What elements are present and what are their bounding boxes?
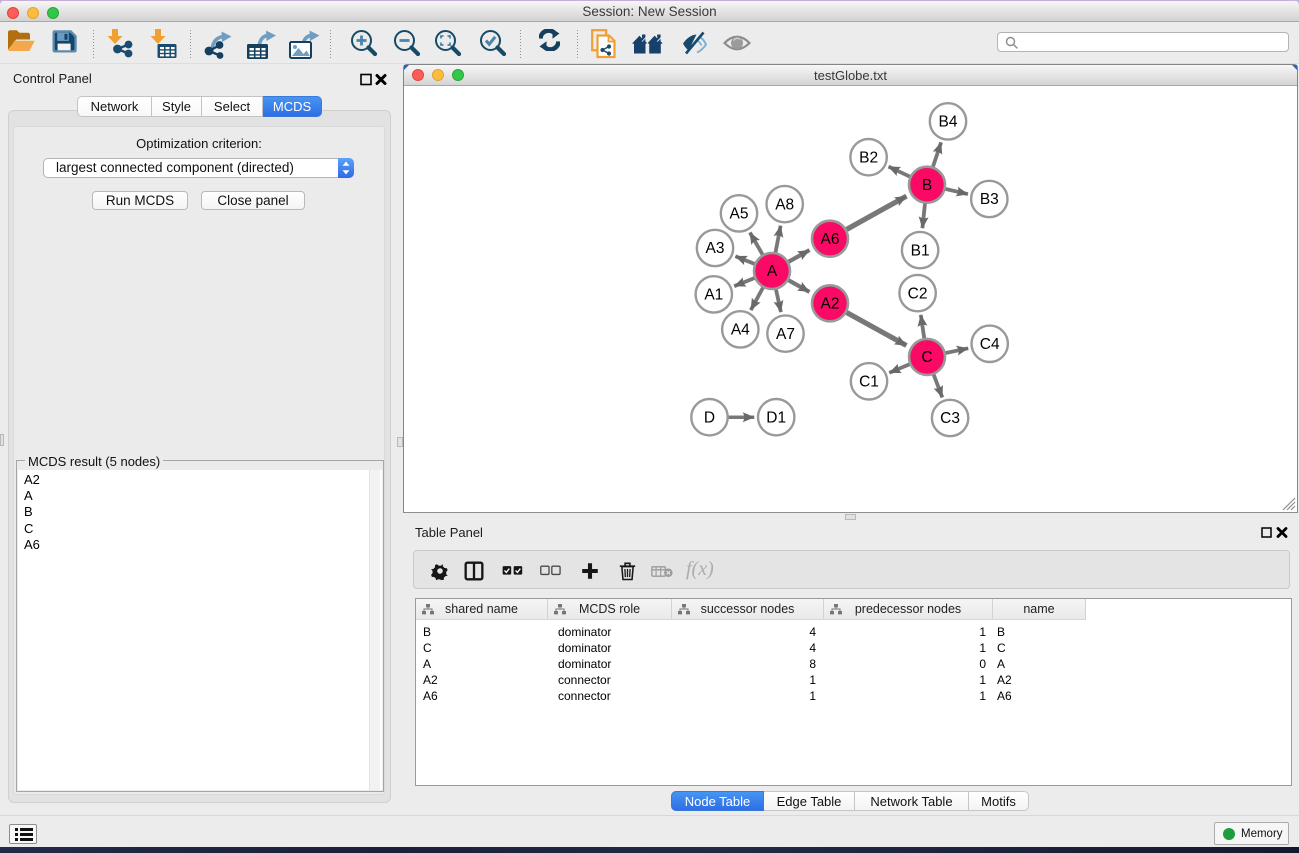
svg-text:A: A <box>767 263 778 280</box>
svg-text:B4: B4 <box>939 114 958 131</box>
svg-text:A2: A2 <box>821 296 840 313</box>
svg-text:C3: C3 <box>940 410 960 427</box>
svg-text:A3: A3 <box>706 240 725 257</box>
svg-text:D1: D1 <box>766 409 786 426</box>
svg-text:A4: A4 <box>731 322 750 339</box>
svg-text:C1: C1 <box>859 374 879 391</box>
svg-text:B1: B1 <box>911 242 930 259</box>
svg-text:C4: C4 <box>980 336 1000 353</box>
svg-text:C2: C2 <box>908 285 928 302</box>
svg-text:B: B <box>922 177 932 194</box>
svg-text:A5: A5 <box>730 206 749 223</box>
svg-text:A6: A6 <box>821 231 840 248</box>
svg-text:A1: A1 <box>704 287 723 304</box>
svg-text:B2: B2 <box>859 149 878 166</box>
svg-text:B3: B3 <box>980 191 999 208</box>
svg-text:A7: A7 <box>776 326 795 343</box>
svg-text:C: C <box>921 349 932 366</box>
svg-text:A8: A8 <box>775 196 794 213</box>
svg-text:D: D <box>704 409 715 426</box>
